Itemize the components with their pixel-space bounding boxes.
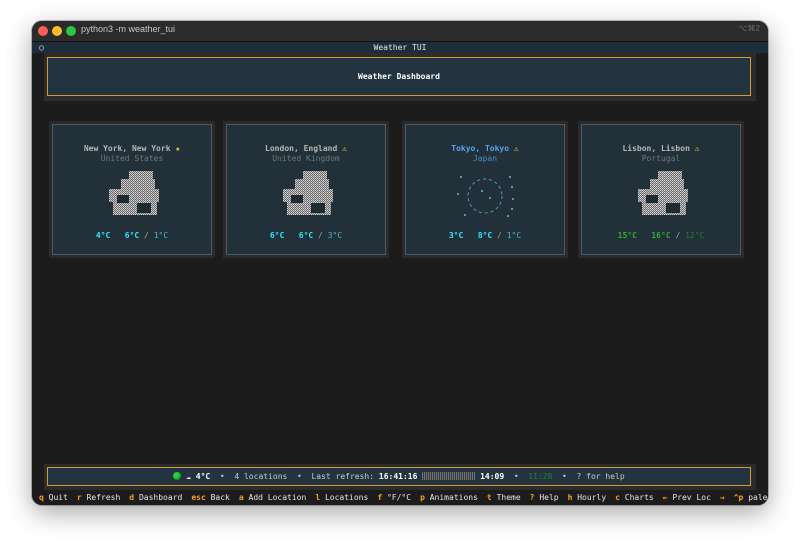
location-card-london[interactable]: London, England ⚠ United Kingdom 6°C 6°C… — [223, 121, 389, 258]
status-help-hint: ? for help — [576, 472, 625, 481]
cloud-icon — [283, 171, 333, 215]
close-window-button[interactable] — [38, 26, 48, 36]
location-name: Lisbon, Lisbon ⚠ — [622, 144, 700, 153]
favorite-star-icon: ★ — [175, 144, 181, 153]
high-temp: 8°C — [477, 231, 493, 240]
location-card-new-york[interactable]: New York, New York ★ United States 4°C 6… — [49, 121, 215, 258]
location-card-lisbon[interactable]: Lisbon, Lisbon ⚠ Portugal 15°C 16°C / 12… — [578, 121, 744, 258]
current-temp: 6°C — [269, 231, 285, 240]
refresh-progress-bar — [422, 472, 476, 480]
window-title: python3 -m weather_tui — [81, 24, 176, 34]
footer-key-quit[interactable]: q Quit — [39, 493, 68, 502]
minimize-window-button[interactable] — [52, 26, 62, 36]
cloud-icon — [638, 171, 688, 215]
status-countdown: 14:09 — [480, 472, 505, 481]
footer-key-palette[interactable]: ^p palette — [734, 493, 768, 502]
temperature-row: 15°C 16°C / 12°C — [617, 231, 705, 240]
terminal-window: python3 -m weather_tui ⌥⌘2 ○ Weather TUI… — [32, 21, 768, 505]
footer-key-prev-location[interactable]: ← Prev Loc — [663, 493, 711, 502]
location-card-body[interactable]: Lisbon, Lisbon ⚠ Portugal 15°C 16°C / 12… — [581, 124, 741, 255]
warning-icon: ⚠ — [342, 144, 347, 153]
current-temp: 4°C — [95, 231, 111, 240]
low-temp: 3°C — [327, 231, 343, 240]
location-country: Portugal — [641, 154, 681, 163]
location-country: Japan — [472, 154, 498, 163]
footer-key-units[interactable]: f °F/°C — [377, 493, 411, 502]
footer-key-add-location[interactable]: a Add Location — [239, 493, 306, 502]
footer-key-locations[interactable]: l Locations — [315, 493, 368, 502]
connection-status-icon — [173, 472, 182, 480]
status-refresh-time: 16:41:16 — [378, 472, 418, 481]
location-card-body[interactable]: London, England ⚠ United Kingdom 6°C 6°C… — [226, 124, 386, 255]
maximize-window-button[interactable] — [66, 26, 76, 36]
dashboard-title: Weather Dashboard — [358, 72, 440, 81]
footer-key-dashboard[interactable]: d Dashboard — [129, 493, 182, 502]
footer-key-hourly[interactable]: h Hourly — [568, 493, 607, 502]
warning-icon: ⚠ — [513, 144, 519, 153]
footer-key-back[interactable]: esc Back — [191, 493, 230, 502]
low-temp: 12°C — [685, 231, 705, 240]
location-card-body[interactable]: New York, New York ★ United States 4°C 6… — [52, 124, 212, 255]
moon-icon — [457, 176, 514, 217]
location-country: United States — [100, 154, 164, 163]
location-card-tokyo[interactable]: Tokyo, Tokyo ⚠ Japan 3°C 8°C / 1°C — [402, 121, 568, 258]
temperature-row: 6°C 6°C / 3°C — [269, 231, 343, 240]
temperature-row: 4°C 6°C / 1°C — [95, 231, 169, 240]
location-country: United Kingdom — [272, 154, 340, 163]
location-name: London, England ⚠ — [265, 144, 347, 153]
dashboard-header: Weather Dashboard — [44, 53, 756, 101]
status-line: ☁ 4°C • 4 locations • Last refresh: 16:4… — [48, 468, 750, 485]
window-shortcut: ⌥⌘2 — [738, 24, 760, 33]
footer-key-theme[interactable]: t Theme — [487, 493, 521, 502]
warning-icon: ⚠ — [694, 144, 700, 153]
footer-key-help[interactable]: ? Help — [530, 493, 559, 502]
location-name: New York, New York ★ — [83, 144, 181, 153]
footer-key-animations[interactable]: p Animations — [420, 493, 478, 502]
high-temp: 6°C — [298, 231, 314, 240]
footer-key-next-location[interactable]: → — [720, 493, 725, 502]
cloud-icon — [109, 171, 159, 215]
status-location-count: 4 locations — [234, 472, 288, 481]
low-temp: 1°C — [153, 231, 169, 240]
current-temp: 3°C — [448, 231, 464, 240]
status-refresh-label: Last refresh: — [311, 472, 375, 481]
window-titlebar: python3 -m weather_tui ⌥⌘2 — [32, 21, 768, 42]
high-temp: 6°C — [124, 231, 140, 240]
app-header-bar: ○ Weather TUI — [32, 42, 768, 53]
app-title: Weather TUI — [373, 43, 427, 52]
dashboard-header-box: Weather Dashboard — [47, 57, 751, 96]
location-card-body[interactable]: Tokyo, Tokyo ⚠ Japan 3°C 8°C / 1°C — [405, 124, 565, 255]
current-temp: 15°C — [617, 231, 637, 240]
status-bar-box: ☁ 4°C • 4 locations • Last refresh: 16:4… — [47, 467, 751, 486]
status-bar: ☁ 4°C • 4 locations • Last refresh: 16:4… — [44, 464, 756, 490]
footer-key-charts[interactable]: c Charts — [615, 493, 654, 502]
keybinding-footer: q Quit r Refresh d Dashboard esc Back a Add … — [32, 492, 768, 505]
status-dim-value: 11:28 — [528, 472, 553, 481]
location-name: Tokyo, Tokyo ⚠ — [451, 144, 519, 153]
low-temp: 1°C — [506, 231, 522, 240]
temperature-row: 3°C 8°C / 1°C — [448, 231, 522, 240]
high-temp: 16°C — [651, 231, 671, 240]
footer-key-refresh[interactable]: r Refresh — [77, 493, 120, 502]
status-weather: ☁ 4°C — [186, 472, 211, 481]
